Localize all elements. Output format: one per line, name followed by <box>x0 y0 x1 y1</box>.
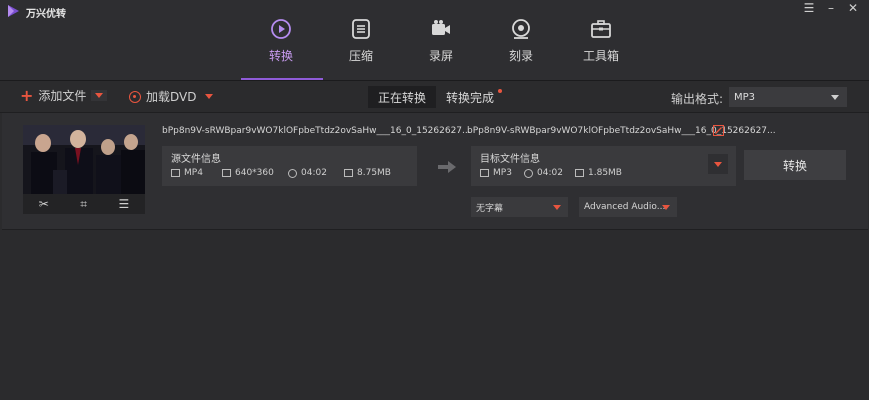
video-thumbnail[interactable] <box>23 125 145 194</box>
thumbnail-toolbar: ✂ ⌗ ☰ <box>23 194 145 214</box>
subtitle-select[interactable]: 无字幕 <box>471 197 568 217</box>
main-nav: 转换 压缩 录屏 刻录 工具箱 <box>241 18 641 80</box>
source-format: MP4 <box>171 168 203 178</box>
add-file-label: 添加文件 <box>38 89 87 103</box>
audio-track-select[interactable]: Advanced Audio... <box>579 197 677 217</box>
camera-icon <box>432 20 450 35</box>
source-duration-value: 04:02 <box>301 168 327 178</box>
file-item: ✂ ⌗ ☰ bPp8n9V-sRWBpar9vWO7klOFpbeTtdz2ov… <box>2 113 868 230</box>
source-format-value: MP4 <box>184 168 203 178</box>
dvd-icon <box>129 90 141 103</box>
nav-label: 压缩 <box>348 49 373 63</box>
arrow-right-icon <box>438 161 456 173</box>
caret-down-icon <box>553 205 561 210</box>
resolution-icon <box>222 169 231 177</box>
source-resolution-value: 640*360 <box>235 168 274 178</box>
source-duration: 04:02 <box>288 168 327 178</box>
notification-dot <box>498 89 503 93</box>
chevron-down-icon <box>831 95 839 100</box>
folder-icon <box>344 169 353 177</box>
nav-burn[interactable]: 刻录 <box>481 18 561 80</box>
target-info-panel: 目标文件信息 MP3 04:02 1.85MB <box>471 146 736 186</box>
load-dvd-dropdown[interactable] <box>201 91 217 102</box>
close-icon[interactable]: ✕ <box>843 0 863 16</box>
menu-icon[interactable]: ☰ <box>799 0 819 16</box>
crop-icon[interactable]: ⌗ <box>80 197 87 212</box>
audio-track-value: Advanced Audio... <box>584 202 666 212</box>
add-file-button[interactable]: + 添加文件 <box>20 85 108 105</box>
tab-completed-label: 转换完成 <box>446 90 495 105</box>
status-tabs: 正在转换 转换完成 <box>368 86 505 108</box>
nav-label: 录屏 <box>428 49 453 63</box>
source-file-name: bPp8n9V-sRWBpar9vWO7klOFpbeTtdz2ovSaHw__… <box>162 126 471 136</box>
source-size-value: 8.75MB <box>357 168 391 178</box>
target-duration-value: 04:02 <box>537 168 563 178</box>
adjust-icon[interactable]: ☰ <box>119 197 130 211</box>
toolbar: + 添加文件 加载DVD 正在转换 转换完成 输出格式: MP3 <box>0 81 869 113</box>
source-info-panel: 源文件信息 MP4 640*360 04:02 8.75MB <box>162 146 417 186</box>
source-resolution: 640*360 <box>222 168 274 178</box>
caret-down-icon <box>714 161 722 167</box>
plus-icon: + <box>20 85 34 105</box>
app-logo-icon <box>8 5 19 17</box>
source-info-title: 源文件信息 <box>171 154 221 165</box>
film-icon <box>171 169 180 177</box>
app-title: 万兴优转 <box>26 9 66 20</box>
folder-icon <box>575 169 584 177</box>
nav-label: 转换 <box>268 49 293 63</box>
disc-icon <box>512 19 530 39</box>
nav-record[interactable]: 录屏 <box>401 18 481 80</box>
scissors-icon[interactable]: ✂ <box>39 197 49 211</box>
toolbox-icon <box>591 20 611 38</box>
clock-icon <box>288 168 297 178</box>
output-format-value: MP3 <box>734 91 756 103</box>
caret-down-icon <box>205 94 214 99</box>
nav-toolbox[interactable]: 工具箱 <box>561 18 641 80</box>
target-format: MP3 <box>480 168 512 178</box>
caret-down-icon <box>662 205 670 210</box>
target-duration: 04:02 <box>524 168 563 178</box>
load-dvd-button[interactable]: 加载DVD <box>129 88 217 105</box>
nav-label: 刻录 <box>508 49 533 63</box>
target-format-value: MP3 <box>493 168 512 178</box>
target-size-value: 1.85MB <box>588 168 622 178</box>
add-file-dropdown[interactable] <box>91 90 108 101</box>
output-format-label: 输出格式: <box>671 92 724 106</box>
target-size: 1.85MB <box>575 168 622 178</box>
thumbnail-image <box>23 125 145 194</box>
tab-converting[interactable]: 正在转换 <box>368 86 437 108</box>
output-format-select[interactable]: MP3 <box>729 87 847 107</box>
subtitle-value: 无字幕 <box>476 203 504 214</box>
target-format-dropdown[interactable] <box>708 154 728 174</box>
nav-compress[interactable]: 压缩 <box>321 18 401 80</box>
convert-button[interactable]: 转换 <box>744 150 846 180</box>
target-info-title: 目标文件信息 <box>480 154 540 165</box>
tab-completed[interactable]: 转换完成 <box>436 86 505 108</box>
title-bar: 万兴优转 ☰ – ✕ 转换 压缩 录屏 刻录 工具箱 <box>0 0 869 80</box>
clock-icon <box>524 168 533 178</box>
target-file-name: bPp8n9V-sRWBpar9vWO7klOFpbeTtdz2ovSaHw__… <box>467 126 776 136</box>
convert-icon <box>271 19 291 39</box>
window-controls: ☰ – ✕ <box>799 0 863 16</box>
edit-icon[interactable] <box>713 125 724 136</box>
load-dvd-label: 加载DVD <box>146 90 197 104</box>
caret-down-icon <box>95 93 104 98</box>
minimize-icon[interactable]: – <box>821 0 841 16</box>
film-icon <box>480 169 489 177</box>
compress-icon <box>352 19 370 39</box>
source-size: 8.75MB <box>344 168 391 178</box>
nav-convert[interactable]: 转换 <box>241 18 321 80</box>
nav-label: 工具箱 <box>582 49 619 63</box>
